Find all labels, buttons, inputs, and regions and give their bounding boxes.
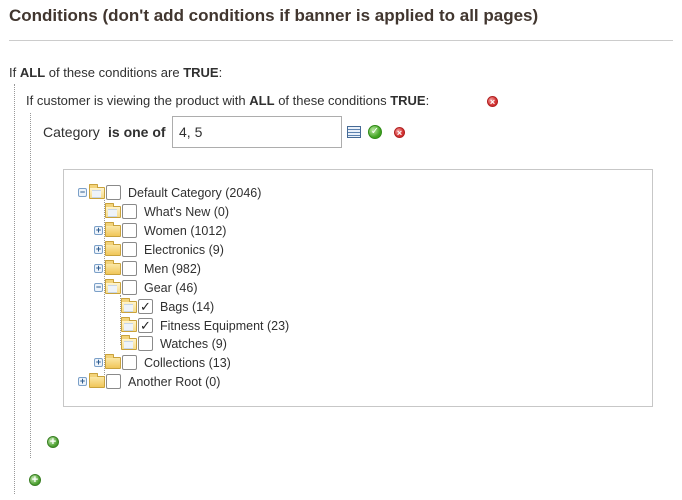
collapse-toggle-icon[interactable]: −	[94, 283, 103, 292]
root-rule-suffix: :	[218, 65, 223, 80]
product-aggregator-select[interactable]: ALL	[249, 93, 274, 108]
tree-node-label[interactable]: Women (1012)	[144, 222, 226, 241]
category-tree: − Default Category (2046) What's New (0)…	[63, 169, 653, 407]
tree-node-label[interactable]: Men (982)	[144, 260, 201, 279]
product-rule-prefix: If customer is viewing the product with	[26, 93, 246, 108]
folder-icon	[105, 354, 121, 369]
expand-toggle-icon[interactable]: +	[94, 245, 103, 254]
root-rule: If ALL of these conditions are TRUE:	[9, 65, 222, 80]
tree-node-label[interactable]: Another Root (0)	[128, 373, 220, 392]
tree-checkbox[interactable]	[122, 223, 137, 238]
tree-node-label[interactable]: Watches (9)	[160, 335, 227, 354]
tree-checkbox[interactable]	[122, 261, 137, 276]
tree-node-label[interactable]: What's New (0)	[144, 203, 229, 222]
chooser-icon[interactable]	[347, 126, 361, 138]
folder-icon	[89, 184, 105, 199]
folder-icon	[105, 222, 121, 237]
root-rule-middle: of these conditions are	[48, 65, 180, 80]
condition-attribute: Category	[43, 124, 100, 140]
folder-icon	[121, 298, 137, 313]
tree-checkbox[interactable]	[122, 355, 137, 370]
product-value-select[interactable]: TRUE	[390, 93, 425, 108]
product-rule-suffix: :	[425, 93, 430, 108]
tree-checkbox[interactable]	[106, 374, 121, 389]
title-divider	[9, 40, 673, 41]
folder-icon	[89, 373, 105, 388]
tree-node-label[interactable]: Fitness Equipment (23)	[160, 317, 289, 336]
folder-icon	[105, 241, 121, 256]
tree-node-label[interactable]: Default Category (2046)	[128, 184, 261, 203]
folder-icon	[121, 317, 137, 332]
tree-checkbox[interactable]: ✓	[138, 299, 153, 314]
product-guide-line	[30, 113, 31, 458]
product-rule: If customer is viewing the product with …	[26, 93, 429, 108]
page-title: Conditions (don't add conditions if bann…	[9, 6, 539, 25]
folder-icon	[105, 260, 121, 275]
root-rule-prefix: If	[9, 65, 17, 80]
folder-icon	[121, 335, 137, 350]
tree-node-label[interactable]: Electronics (9)	[144, 241, 224, 260]
remove-icon[interactable]: ×	[394, 127, 405, 138]
folder-icon	[105, 203, 121, 218]
root-value-select[interactable]: TRUE	[183, 65, 218, 80]
expand-toggle-icon[interactable]: +	[94, 358, 103, 367]
collapse-toggle-icon[interactable]: −	[78, 188, 87, 197]
product-rule-middle: of these conditions	[278, 93, 387, 108]
tree-node-label[interactable]: Bags (14)	[160, 298, 214, 317]
tree-checkbox[interactable]	[122, 204, 137, 219]
condition-operator-select[interactable]: is one of	[108, 124, 166, 140]
add-condition-icon[interactable]: +	[47, 436, 59, 448]
expand-toggle-icon[interactable]: +	[94, 264, 103, 273]
add-condition-icon[interactable]: +	[29, 474, 41, 486]
tree-checkbox[interactable]	[138, 336, 153, 351]
tree-checkbox[interactable]: ✓	[138, 318, 153, 333]
tree-node-label[interactable]: Collections (13)	[144, 354, 231, 373]
condition-value-input[interactable]	[172, 116, 342, 148]
tree-checkbox[interactable]	[106, 185, 121, 200]
remove-icon[interactable]: ×	[487, 96, 498, 107]
expand-toggle-icon[interactable]: +	[94, 226, 103, 235]
root-guide-line	[14, 84, 15, 494]
tree-node-label[interactable]: Gear (46)	[144, 279, 198, 298]
apply-icon[interactable]: ✓	[368, 125, 382, 139]
tree-checkbox[interactable]	[122, 242, 137, 257]
tree-checkbox[interactable]	[122, 280, 137, 295]
root-aggregator-select[interactable]: ALL	[20, 65, 45, 80]
expand-toggle-icon[interactable]: +	[78, 377, 87, 386]
folder-icon	[105, 279, 121, 294]
